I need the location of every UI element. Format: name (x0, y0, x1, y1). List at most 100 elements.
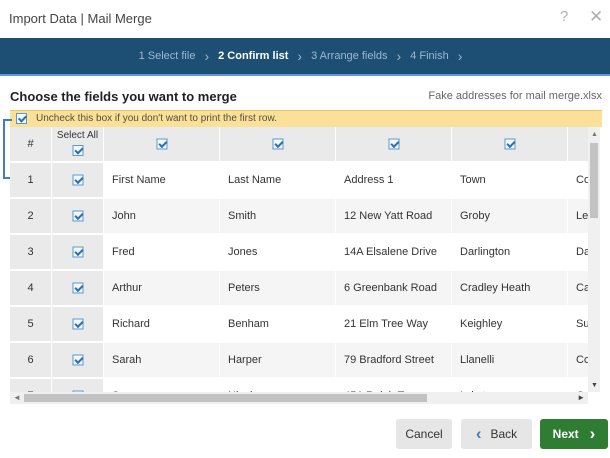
row-select-cell (52, 379, 103, 392)
cell-value: Jones (228, 246, 258, 258)
row-checkbox[interactable] (72, 318, 83, 330)
first-row-checkbox[interactable] (16, 113, 27, 124)
table-cell: Fred (104, 235, 219, 269)
row-checkbox[interactable] (72, 210, 83, 222)
cell-value: Llanelli (460, 354, 495, 366)
table-cell: 14A Elsalene Drive (336, 235, 451, 269)
scroll-thumb[interactable] (590, 143, 598, 218)
row-number-cell: 6 (10, 343, 51, 377)
scroll-down-icon[interactable]: ▼ (591, 382, 598, 389)
scroll-left-icon[interactable]: ◄ (13, 393, 21, 402)
table-cell: John (104, 199, 219, 233)
row-number: 6 (27, 354, 34, 366)
cell-value: Le (576, 210, 588, 222)
grid-header-row: # Select All (10, 127, 588, 161)
cell-value: Cradley Heath (460, 282, 531, 294)
help-icon[interactable]: ? (560, 9, 568, 25)
table-cell: Groby (452, 199, 567, 233)
row-number-cell: 7 (10, 379, 51, 392)
step-select-file[interactable]: 1 Select file (139, 50, 196, 62)
table-cell: Nicols (220, 379, 335, 392)
row-checkbox[interactable] (72, 282, 83, 294)
table-cell: Co (568, 163, 588, 197)
row-checkbox[interactable] (72, 354, 83, 366)
table-cell: 21 Elm Tree Way (336, 307, 451, 341)
last-name-column-checkbox[interactable] (272, 138, 283, 150)
first-name-column-checkbox[interactable] (156, 138, 167, 150)
step-finish[interactable]: 4 Finish (410, 50, 449, 62)
table-row: 1 First Name Last Name Address 1 Town Co (10, 163, 588, 197)
cell-value: Sarah (112, 354, 142, 366)
row-number: 5 (27, 318, 34, 330)
chevron-right-icon: › (204, 48, 210, 64)
row-number: 2 (27, 210, 34, 222)
row-number-cell: 4 (10, 271, 51, 305)
header-cell: Select All (52, 127, 103, 161)
table-cell: Sarah (104, 343, 219, 377)
header-cell (104, 127, 219, 161)
table-cell: Richard (104, 307, 219, 341)
row-select-cell (52, 271, 103, 305)
header-cell (336, 127, 451, 161)
chevron-right-icon: › (457, 48, 463, 64)
table-cell: Co (568, 343, 588, 377)
row-number-cell: 3 (10, 235, 51, 269)
select-all-checkbox[interactable] (72, 145, 83, 156)
header-cell (568, 127, 588, 161)
page-heading: Choose the fields you want to merge (10, 89, 237, 104)
table-cell: Su (568, 307, 588, 341)
row-select-cell (52, 199, 103, 233)
vertical-scrollbar[interactable]: ▲ ▼ (588, 127, 600, 392)
scroll-right-icon[interactable]: ► (577, 393, 585, 402)
row-number: 1 (27, 174, 34, 186)
scroll-up-icon[interactable]: ▲ (591, 131, 598, 138)
table-cell: 6 Greenbank Road (336, 271, 451, 305)
table-cell: Le (568, 199, 588, 233)
table-cell: Peters (220, 271, 335, 305)
cell-value: Ca (576, 282, 588, 294)
table-cell: Da (568, 235, 588, 269)
row-number-cell: 5 (10, 307, 51, 341)
table-cell: Gr (568, 379, 588, 392)
table-cell: Sue (104, 379, 219, 392)
chevron-right-icon: › (396, 48, 402, 64)
row-select-cell (52, 235, 103, 269)
close-icon[interactable]: ✕ (589, 8, 603, 25)
table-cell: Harper (220, 343, 335, 377)
hash-label: # (27, 138, 34, 150)
cell-value: 21 Elm Tree Way (344, 318, 428, 330)
cell-value: Harper (228, 354, 262, 366)
cell-value: Smith (228, 210, 257, 222)
row-checkbox[interactable] (72, 174, 83, 186)
address-column-checkbox[interactable] (388, 138, 399, 150)
row-select-cell (52, 163, 103, 197)
cancel-button[interactable]: Cancel (396, 419, 452, 449)
town-column-checkbox[interactable] (504, 138, 515, 150)
wizard-steps: 1 Select file › 2 Confirm list › 3 Arran… (0, 38, 610, 76)
step-arrange-fields[interactable]: 3 Arrange fields (311, 50, 387, 62)
table-cell: Arthur (104, 271, 219, 305)
cell-value: Town (460, 174, 486, 186)
cell-value: Arthur (112, 282, 142, 294)
row-number-cell: 2 (10, 199, 51, 233)
cell-value: Co (576, 354, 588, 366)
next-button[interactable]: Next › (540, 419, 608, 449)
chevron-left-icon: ‹ (475, 424, 482, 443)
row-select-cell (52, 307, 103, 341)
back-button[interactable]: ‹ Back (461, 419, 532, 449)
window-title: Import Data | Mail Merge (9, 11, 152, 26)
data-grid: # Select All 1 First Name Last Name Address 1… (10, 127, 588, 392)
header-cell: # (10, 127, 51, 161)
chevron-right-icon: › (589, 424, 596, 443)
table-cell: Keighley (452, 307, 567, 341)
cell-value: 12 New Yatt Road (344, 210, 433, 222)
horizontal-scrollbar[interactable]: ◄ ► (10, 392, 588, 404)
cell-value: Last Name (228, 174, 282, 186)
scroll-thumb[interactable] (24, 394, 427, 402)
table-row: 7 SueNicols45A Ralph TerraceLybsterGr (10, 379, 588, 392)
step-confirm-list[interactable]: 2 Confirm list (218, 50, 288, 62)
cancel-label: Cancel (405, 427, 443, 441)
row-checkbox[interactable] (72, 246, 83, 258)
cell-value: John (112, 210, 136, 222)
table-cell: Smith (220, 199, 335, 233)
